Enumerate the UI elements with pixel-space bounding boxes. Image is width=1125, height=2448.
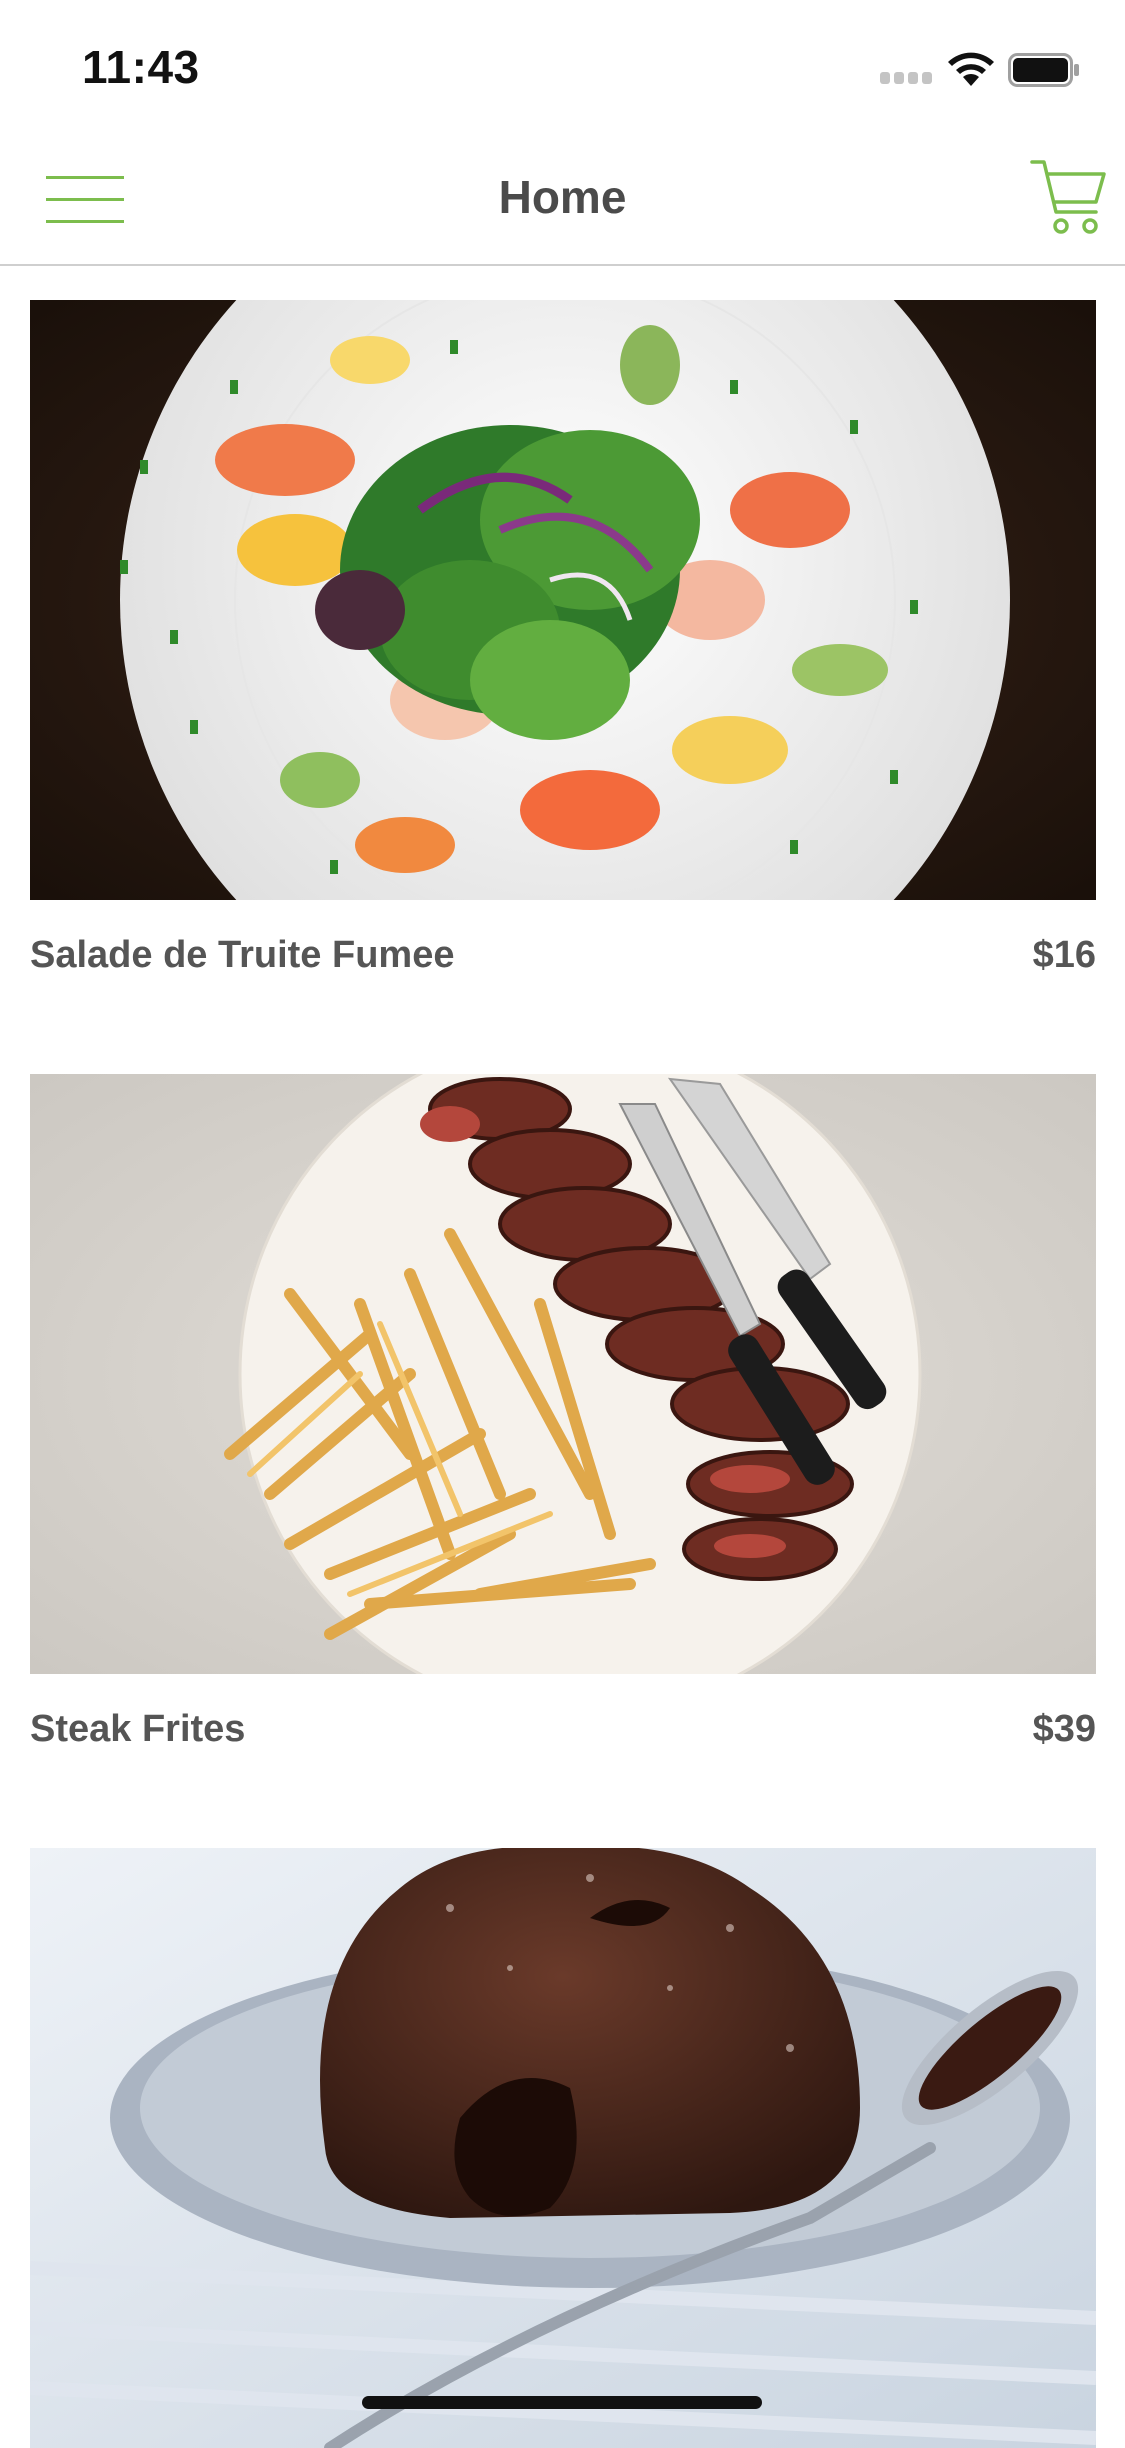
shopping-cart-icon[interactable] bbox=[1028, 156, 1108, 238]
battery-icon bbox=[1008, 53, 1079, 87]
steak-frites-image bbox=[30, 1074, 1096, 1674]
menu-item-price: $16 bbox=[1032, 934, 1096, 976]
menu-item-name: Steak Frites bbox=[30, 1708, 246, 1750]
wifi-icon bbox=[948, 52, 994, 86]
salad-image bbox=[30, 300, 1096, 900]
status-bar: 11:43 bbox=[0, 0, 1125, 132]
home-indicator[interactable] bbox=[362, 2396, 762, 2409]
navigation-bar: Home bbox=[0, 132, 1125, 266]
page-title: Home bbox=[498, 171, 627, 223]
status-time: 11:43 bbox=[82, 41, 200, 93]
menu-item-photo[interactable] bbox=[30, 1848, 1096, 2448]
menu-item-name: Salade de Truite Fumee bbox=[30, 934, 455, 976]
menu-item-photo[interactable] bbox=[30, 300, 1096, 900]
chocolate-lava-cake-image bbox=[30, 1848, 1096, 2448]
menu-item-price: $39 bbox=[1032, 1708, 1096, 1750]
menu-item-photo[interactable] bbox=[30, 1074, 1096, 1674]
cellular-signal-icon bbox=[880, 72, 932, 84]
